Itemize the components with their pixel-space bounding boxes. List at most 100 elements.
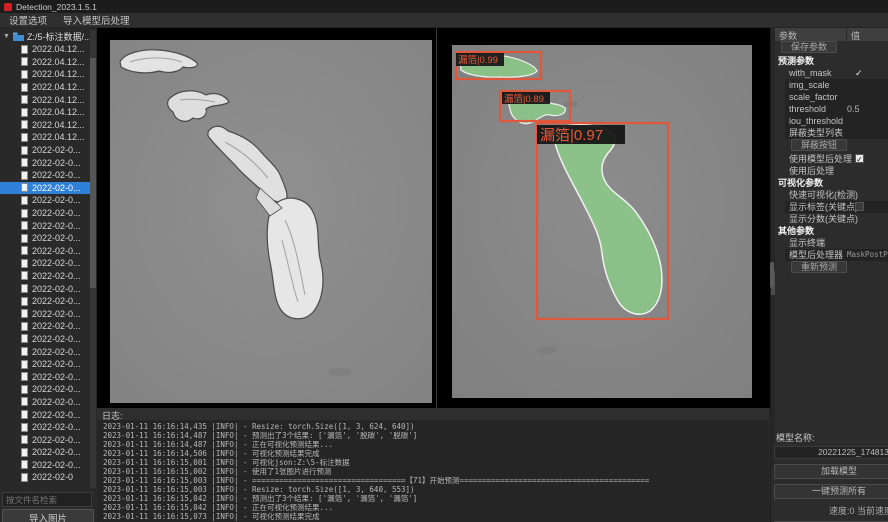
file-item[interactable]: 2022-02-0... <box>0 169 90 182</box>
param-label: 屏蔽类型列表 <box>775 127 843 139</box>
file-item[interactable]: 2022.04.12... <box>0 56 90 69</box>
file-item-label: 2022-02-0... <box>32 195 81 205</box>
original-image-panel[interactable] <box>110 40 432 403</box>
file-item[interactable]: 2022.04.12... <box>0 106 90 119</box>
detection-label-3: 漏箔|0.97 <box>540 127 603 144</box>
file-item[interactable]: 2022-02-0... <box>0 320 90 333</box>
file-item[interactable]: 2022-02-0... <box>0 282 90 295</box>
file-item[interactable]: 2022-02-0... <box>0 144 90 157</box>
param-value[interactable]: 0.5 <box>847 103 888 115</box>
file-item-label: 2022-02-0... <box>32 384 81 394</box>
log-line: 2023-01-11 16:16:14,506 |INFO| - 可视化预测结果… <box>103 449 763 458</box>
window-title: Detection_2023.1.5.1 <box>16 2 97 12</box>
file-icon <box>21 322 28 331</box>
param-value[interactable]: MaskPostPro <box>847 249 888 261</box>
param-action-button[interactable]: 重新预测 <box>791 261 847 273</box>
file-icon <box>21 410 28 419</box>
file-item[interactable]: 2022-02-0... <box>0 270 90 283</box>
file-item[interactable]: 2022.04.12... <box>0 131 90 144</box>
file-icon <box>21 297 28 306</box>
log-line: 2023-01-11 16:16:15,042 |INFO| - 正在可视化预测… <box>103 503 763 512</box>
param-button-row: 保存参数 <box>775 41 888 55</box>
param-value[interactable]: ✓ <box>847 153 888 165</box>
param-action-button[interactable]: 屏蔽按钮 <box>791 139 847 151</box>
file-item[interactable]: 2022-02-0... <box>0 459 90 472</box>
chevron-down-icon: ▼ <box>3 33 10 40</box>
filename-search-input[interactable] <box>2 492 92 507</box>
image-smudge <box>537 346 557 354</box>
file-item[interactable]: 2022-02-0... <box>0 396 90 409</box>
import-images-button[interactable]: 导入图片 <box>2 509 94 522</box>
checkbox-empty-icon[interactable] <box>855 202 864 211</box>
file-item[interactable]: 2022-02-0... <box>0 345 90 358</box>
param-value <box>847 165 888 177</box>
file-item-label: 2022.04.12... <box>32 107 85 117</box>
file-item[interactable]: 2022-02-0... <box>0 446 90 459</box>
param-label: img_scale <box>775 79 830 91</box>
app-window: Detection_2023.1.5.1 设置选项 导入模型后处理 ▼ Z:/5-… <box>0 0 888 522</box>
file-icon <box>21 271 28 280</box>
prediction-image-panel[interactable]: 漏箔|0.99 漏箔|0.89 漏箔|0.97 <box>452 45 752 398</box>
file-icon <box>21 448 28 457</box>
detection-label-2: 漏箔|0.89 <box>504 93 544 105</box>
file-item[interactable]: 2022.04.12... <box>0 81 90 94</box>
file-icon <box>21 460 28 469</box>
file-item[interactable]: 2022-02-0... <box>0 358 90 371</box>
predict-all-button[interactable]: 一键预测所有 <box>774 484 888 499</box>
param-row: 模型后处理器 MaskPostPro <box>775 249 888 261</box>
file-item[interactable]: 2022-02-0... <box>0 257 90 270</box>
file-item[interactable]: 2022-02-0... <box>0 370 90 383</box>
file-item-label: 2022-02-0... <box>32 296 81 306</box>
file-item[interactable]: 2022-02-0... <box>0 433 90 446</box>
file-item[interactable]: 2022.04.12... <box>0 119 90 132</box>
file-item[interactable]: 2022.04.12... <box>0 93 90 106</box>
file-item-label: 2022-02-0 <box>32 472 73 482</box>
file-item[interactable]: 2022-02-0... <box>0 245 90 258</box>
file-item[interactable]: 2022-02-0... <box>0 219 90 232</box>
detection-label-1: 漏箔|0.99 <box>458 54 498 66</box>
file-icon <box>21 120 28 129</box>
file-icon <box>21 246 28 255</box>
log-area: 日志: 2023-01-11 16:16:14,435 |INFO| - Res… <box>97 408 769 522</box>
file-item[interactable]: 2022-02-0... <box>0 182 90 195</box>
param-value[interactable] <box>847 201 888 213</box>
file-item[interactable]: 2022-02-0... <box>0 383 90 396</box>
param-value[interactable]: ✓ <box>847 67 888 79</box>
file-item[interactable]: 2022-02-0... <box>0 295 90 308</box>
checkbox-checked-icon[interactable]: ✓ <box>855 154 864 163</box>
vertical-splitter-handle[interactable] <box>770 262 774 288</box>
file-item-label: 2022-02-0... <box>32 359 81 369</box>
model-name-field[interactable]: 20221225_174813 <box>774 446 888 459</box>
sidebar-scrollbar[interactable] <box>90 30 96 488</box>
menu-item[interactable]: 设置选项 <box>9 13 47 27</box>
menu-item[interactable]: 导入模型后处理 <box>63 13 130 27</box>
file-item[interactable]: 2022-02-0... <box>0 194 90 207</box>
file-item[interactable]: 2022-02-0 <box>0 471 90 484</box>
value-column-header: 值 <box>846 28 888 41</box>
param-label: 模型后处理器 <box>775 249 843 261</box>
param-value <box>847 127 888 139</box>
param-section-header: 其他参数 <box>775 225 888 237</box>
tree-root-item[interactable]: ▼ Z:/5-标注数据/... <box>0 30 90 43</box>
file-item[interactable]: 2022-02-0... <box>0 421 90 434</box>
file-icon <box>21 334 28 343</box>
param-label: 显示标签(关键点) <box>775 201 858 213</box>
file-item[interactable]: 2022-02-0... <box>0 156 90 169</box>
file-item[interactable]: 2022-02-0... <box>0 307 90 320</box>
file-item[interactable]: 2022-02-0... <box>0 232 90 245</box>
file-item[interactable]: 2022-02-0... <box>0 333 90 346</box>
sidebar-scrollbar-thumb[interactable] <box>90 58 96 288</box>
load-model-button[interactable]: 加载模型 <box>774 464 888 479</box>
file-item-label: 2022-02-0... <box>32 347 81 357</box>
file-item-label: 2022-02-0... <box>32 170 81 180</box>
file-icon <box>21 57 28 66</box>
file-item[interactable]: 2022-02-0... <box>0 207 90 220</box>
file-item[interactable]: 2022.04.12... <box>0 68 90 81</box>
param-row: 显示分数(关键点) <box>775 213 888 225</box>
param-value <box>847 213 888 225</box>
file-item[interactable]: 2022.04.12... <box>0 43 90 56</box>
param-action-button[interactable]: 保存参数 <box>781 41 837 53</box>
file-item-label: 2022.04.12... <box>32 69 85 79</box>
file-item[interactable]: 2022-02-0... <box>0 408 90 421</box>
tree-root-label: Z:/5-标注数据/... <box>27 30 90 43</box>
